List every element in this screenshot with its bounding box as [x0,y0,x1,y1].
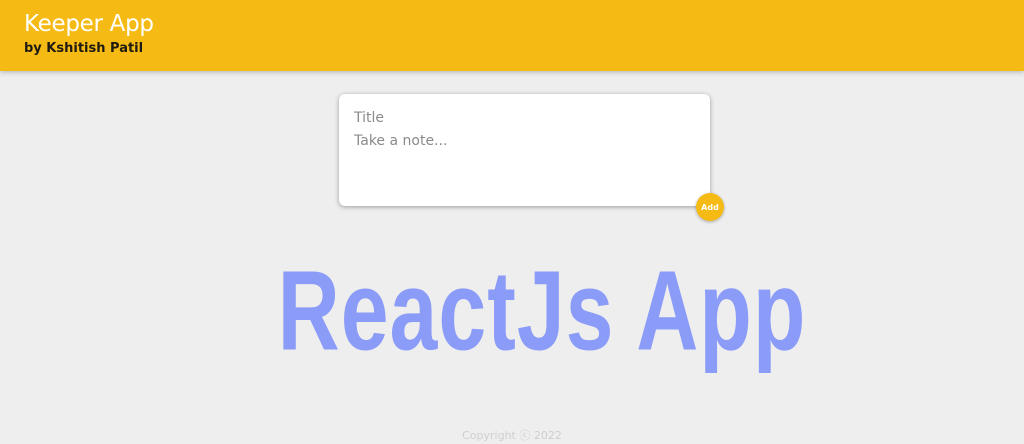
note-title-input[interactable] [354,108,695,128]
app-subtitle: by Kshitish Patil [24,41,144,56]
app-header: Keeper App by Kshitish Patil [0,0,1024,71]
add-note-button[interactable]: Add [696,193,724,221]
reactjs-app-banner: ReactJs App [277,247,807,375]
copyright-footer: Copyright ⓒ 2022 [462,429,562,442]
create-note-form: Add [339,94,724,221]
app-title: Keeper App [24,11,154,37]
keeper-app-page: Keeper App by Kshitish Patil Add ReactJs… [0,0,1024,444]
note-content-textarea[interactable] [354,133,695,191]
